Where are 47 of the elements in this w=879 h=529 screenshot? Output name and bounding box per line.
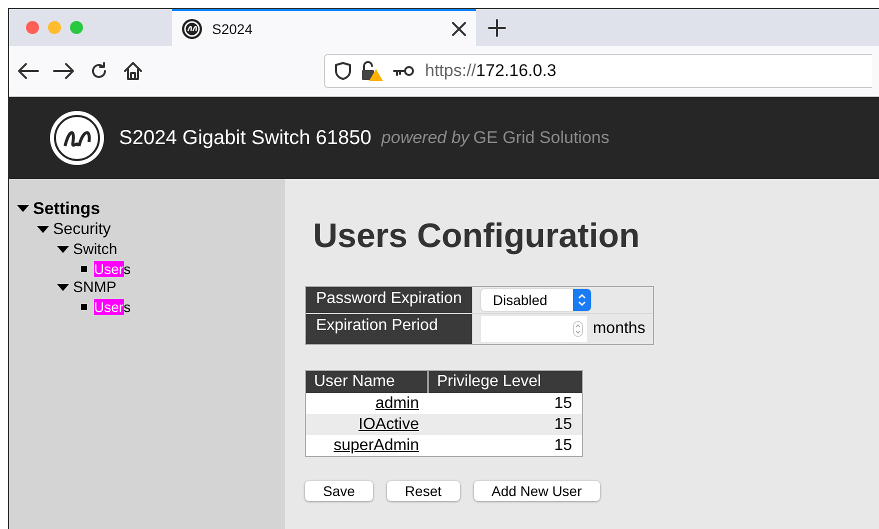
table-cell-text: 15 — [553, 415, 573, 435]
header-vendor: GE Grid Solutions — [473, 128, 610, 148]
back-icon[interactable] — [17, 62, 39, 80]
form-button[interactable]: Save — [305, 481, 373, 501]
setting-label: Expiration Period — [306, 314, 472, 344]
user-link[interactable]: admin — [375, 395, 419, 412]
column-header: User Name — [306, 371, 429, 393]
table-cell-text: 15 — [553, 436, 573, 456]
spinner-icon — [572, 321, 583, 337]
reload-icon[interactable] — [89, 61, 109, 81]
number-field[interactable] — [480, 316, 587, 342]
setting-label: Password Expiration — [306, 287, 472, 313]
shield-icon[interactable] — [335, 62, 351, 80]
expanded-triangle-icon[interactable] — [37, 226, 49, 234]
user-link[interactable]: superAdmin — [334, 437, 419, 454]
forward-icon[interactable] — [53, 62, 75, 80]
browser-tab[interactable]: S2024 — [172, 9, 476, 46]
header-tagline: powered by — [381, 128, 470, 148]
expanded-triangle-icon[interactable] — [57, 284, 69, 292]
lock-warning-icon[interactable] — [361, 61, 383, 81]
column-header: Privilege Level — [429, 371, 582, 393]
address-bar[interactable]: https://172.16.0.3 — [324, 54, 872, 88]
expanded-triangle-icon[interactable] — [57, 246, 69, 254]
url-text[interactable]: https://172.16.0.3 — [425, 61, 556, 81]
tab-title: S2024 — [212, 20, 254, 36]
logo-icon — [182, 18, 202, 38]
tree-item[interactable]: Switch — [73, 240, 118, 260]
close-icon[interactable] — [452, 22, 466, 36]
form-button[interactable]: Add New User — [474, 481, 600, 501]
tree-item[interactable]: SNMP — [73, 278, 116, 298]
page-title: Users Configuration — [313, 217, 641, 256]
bullet-icon — [81, 266, 87, 272]
unit-label: months — [592, 320, 646, 338]
chevron-icon — [576, 293, 587, 307]
logo-icon — [49, 110, 105, 166]
tree-item[interactable]: Security — [53, 219, 111, 240]
user-link[interactable]: IOActive — [358, 416, 419, 433]
tree-item[interactable]: Settings — [33, 199, 100, 219]
header-title: S2024 Gigabit Switch 61850 — [119, 126, 372, 150]
home-icon[interactable] — [123, 61, 143, 81]
form-button[interactable]: Reset — [386, 481, 460, 501]
bullet-icon — [81, 304, 87, 310]
select-field[interactable]: Disabled — [480, 289, 591, 311]
expanded-triangle-icon[interactable] — [17, 205, 29, 213]
new-tab-icon[interactable] — [488, 18, 506, 36]
table-cell-text: 15 — [553, 394, 573, 414]
key-icon — [393, 65, 415, 77]
